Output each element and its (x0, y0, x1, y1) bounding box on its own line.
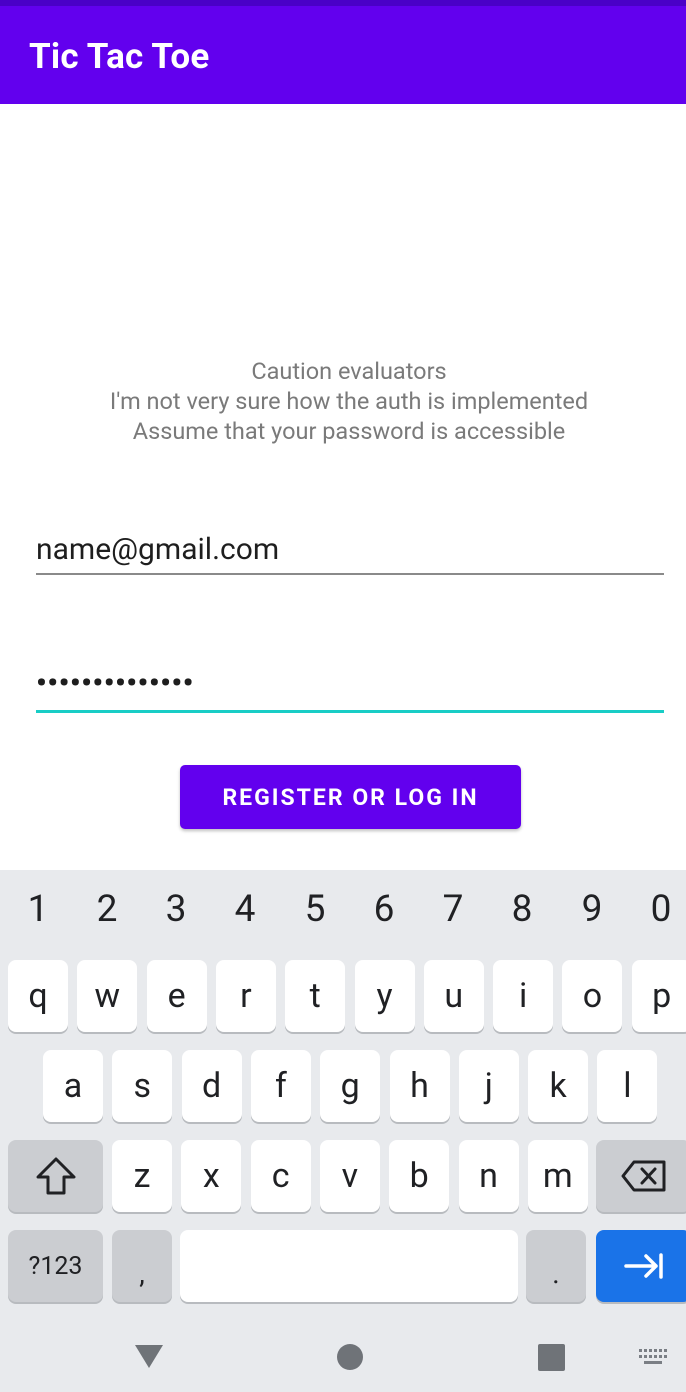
backspace-icon (621, 1160, 665, 1192)
email-value: name@gmail.com (36, 532, 280, 567)
letter-key[interactable]: q (8, 960, 68, 1032)
number-key[interactable]: 8 (497, 888, 547, 931)
letter-key[interactable]: g (320, 1050, 381, 1122)
letter-key[interactable]: n (458, 1140, 519, 1212)
letter-key[interactable]: w (77, 960, 138, 1032)
symbols-key[interactable]: ?123 (8, 1230, 103, 1302)
letter-key[interactable]: p (631, 960, 686, 1032)
app-title: Tic Tac Toe (29, 36, 210, 77)
password-field[interactable]: •••••••••••••• (36, 665, 664, 713)
letter-key[interactable]: u (423, 960, 484, 1032)
shift-icon (36, 1157, 75, 1195)
email-field[interactable]: name@gmail.com (36, 527, 664, 575)
caution-line-2: I'm not very sure how the auth is implem… (109, 387, 589, 415)
home-circle-icon[interactable] (336, 1343, 364, 1371)
letter-key[interactable]: z (112, 1140, 172, 1212)
password-value: •••••••••••••• (36, 666, 194, 701)
letter-key[interactable]: v (319, 1140, 380, 1212)
letter-key[interactable]: d (181, 1050, 242, 1122)
letter-key[interactable]: y (354, 960, 415, 1032)
letter-key[interactable]: h (389, 1050, 450, 1122)
number-key[interactable]: 5 (290, 888, 340, 931)
shift-key[interactable] (8, 1140, 103, 1212)
letter-key[interactable]: l (597, 1050, 658, 1122)
app-bar: Tic Tac Toe (0, 6, 686, 104)
letter-key[interactable]: j (458, 1050, 519, 1122)
number-key[interactable]: 7 (428, 888, 478, 931)
tab-next-icon (623, 1253, 663, 1279)
number-key[interactable]: 6 (359, 888, 409, 931)
number-key[interactable]: 9 (567, 888, 617, 931)
number-key[interactable]: 1 (13, 888, 63, 931)
letter-key[interactable]: r (215, 960, 276, 1032)
soft-keyboard: 1234567890 qwertyuiop asdfghjkl zxcvbnm ?1… (0, 870, 686, 1392)
caution-line-3: Assume that your password is accessible (132, 417, 566, 445)
letter-key[interactable]: o (562, 960, 623, 1032)
letter-key[interactable]: i (493, 960, 554, 1032)
comma-key[interactable]: , (112, 1230, 172, 1302)
number-key[interactable]: 4 (220, 888, 270, 931)
backspace-key[interactable] (596, 1140, 686, 1212)
space-key[interactable] (180, 1230, 518, 1302)
recents-square-icon[interactable] (538, 1344, 565, 1371)
period-key[interactable]: . (526, 1230, 586, 1302)
letter-key[interactable]: e (146, 960, 207, 1032)
enter-key[interactable] (596, 1230, 686, 1302)
letter-key[interactable]: k (528, 1050, 589, 1122)
number-key[interactable]: 2 (82, 888, 132, 931)
letter-key[interactable]: c (250, 1140, 311, 1212)
letter-key[interactable]: t (285, 960, 346, 1032)
keyboard-icon[interactable] (639, 1349, 667, 1367)
caution-notice: Caution evaluators I'm not very sure how… (0, 356, 686, 446)
caution-line-1: Caution evaluators (251, 357, 447, 385)
navigation-bar (0, 1320, 686, 1392)
number-key[interactable]: 3 (151, 888, 201, 931)
number-row: 1234567890 (0, 888, 686, 938)
letter-key[interactable]: f (250, 1050, 311, 1122)
back-triangle-icon[interactable] (133, 1342, 165, 1370)
register-or-login-button[interactable]: REGISTER OR LOG IN (180, 765, 521, 829)
number-key[interactable]: 0 (636, 888, 686, 931)
letter-key[interactable]: s (112, 1050, 173, 1122)
letter-key[interactable]: x (181, 1140, 242, 1212)
letter-key[interactable]: b (389, 1140, 450, 1212)
letter-key[interactable]: a (43, 1050, 103, 1122)
letter-key[interactable]: m (527, 1140, 588, 1212)
